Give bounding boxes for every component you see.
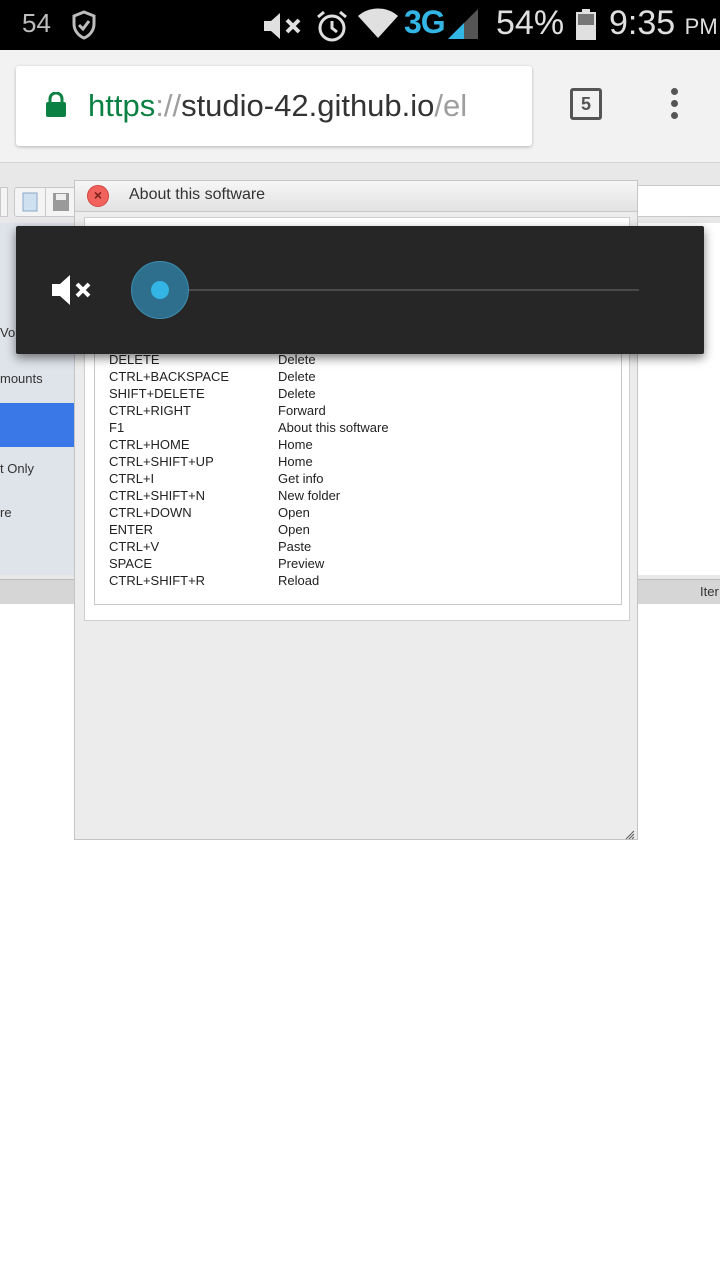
shortcut-key: CTRL+SHIFT+N: [109, 488, 206, 503]
shortcut-action: New folder: [278, 488, 341, 503]
volume-overlay: [16, 226, 704, 354]
slider-thumb-dot: [151, 281, 169, 299]
shortcut-row: CTRL+RIGHT Forward: [109, 403, 609, 420]
shortcut-key: CTRL+SHIFT+R: [109, 573, 206, 588]
battery-percent: 54%: [496, 4, 565, 42]
sidebar-item[interactable]: mounts: [0, 371, 75, 386]
mute-icon[interactable]: [50, 272, 94, 313]
clock-suffix: PM: [684, 14, 718, 39]
items-count-label: Iter: [700, 584, 719, 599]
shortcut-key: DELETE: [109, 352, 160, 367]
clock-time: 9:35: [609, 4, 676, 42]
sidebar-item[interactable]: t Only: [0, 461, 75, 476]
url-scheme: https: [88, 88, 156, 123]
shortcut-action: Delete: [278, 369, 316, 384]
volume-slider-thumb[interactable]: [131, 261, 189, 319]
shortcut-key: CTRL+V: [109, 539, 160, 554]
shortcut-row: F1 About this software: [109, 420, 609, 437]
shortcut-key: F1: [109, 420, 125, 435]
shortcut-action: Get info: [278, 471, 324, 486]
clock: 9:35 PM: [609, 4, 718, 43]
url-bar[interactable]: https://studio-42.github.io/el: [16, 66, 532, 146]
shortcut-key: CTRL+DOWN: [109, 505, 192, 520]
url-host: studio-42.github.io: [181, 88, 435, 123]
notification-count: 54: [22, 8, 51, 38]
shortcut-key: CTRL+BACKSPACE: [109, 369, 230, 384]
shortcut-key: SHIFT+DELETE: [109, 386, 205, 401]
shortcut-row: CTRL+SHIFT+N New folder: [109, 488, 609, 505]
shortcut-row: CTRL+SHIFT+UP Home: [109, 454, 609, 471]
shortcut-action: Delete: [278, 352, 316, 367]
search-input[interactable]: [636, 185, 720, 217]
mute-icon: [262, 10, 304, 47]
volume-slider-track[interactable]: [176, 289, 639, 291]
dialog-titlebar[interactable]: × About this software: [75, 181, 637, 212]
shortcut-row: CTRL+V Paste: [109, 539, 609, 556]
url-separator: ://: [155, 88, 182, 123]
shortcut-action: Preview: [278, 556, 325, 571]
shortcut-action: Home: [278, 454, 313, 469]
url-text: https://studio-42.github.io/el: [88, 88, 467, 124]
shortcut-action: Delete: [278, 386, 316, 401]
tab-switcher-button[interactable]: 5: [570, 88, 602, 120]
signal-icon: [446, 9, 480, 46]
toolbar-button-partial[interactable]: [0, 187, 8, 217]
url-path: /el: [434, 88, 468, 123]
dialog-title: About this software: [129, 186, 266, 203]
network-type: 3G: [404, 4, 446, 40]
shortcut-key: CTRL+HOME: [109, 437, 190, 452]
shortcut-key: CTRL+RIGHT: [109, 403, 191, 418]
open-icon[interactable]: [14, 187, 46, 217]
sidebar-item[interactable]: re: [0, 505, 75, 520]
shortcut-action: Open: [278, 505, 310, 520]
shortcut-row: SPACE Preview: [109, 556, 609, 573]
shortcut-key: ENTER: [109, 522, 154, 537]
shortcut-action: Open: [278, 522, 310, 537]
shortcut-key: CTRL+I: [109, 471, 155, 486]
shortcut-action: Home: [278, 437, 313, 452]
battery-icon: [575, 9, 597, 46]
shortcut-row: CTRL+SHIFT+R Reload: [109, 573, 609, 590]
shield-check-icon: [72, 10, 96, 45]
status-bar: 54 3G 54% 9:35 PM: [0, 0, 720, 50]
shortcut-action: Forward: [278, 403, 326, 418]
shortcut-row: CTRL+DOWN Open: [109, 505, 609, 522]
shortcut-row: DELETE Delete: [109, 352, 609, 369]
wifi-icon: [358, 8, 398, 45]
shortcut-row: CTRL+HOME Home: [109, 437, 609, 454]
browser-toolbar: https://studio-42.github.io/el 5: [0, 50, 720, 163]
lock-icon: [44, 91, 68, 123]
shortcut-key: SPACE: [109, 556, 153, 571]
shortcuts-list[interactable]: CTRL+EEdit fileDELETEDeleteCTRL+BACKSPAC…: [94, 331, 622, 605]
alarm-icon: [315, 9, 349, 48]
shortcut-row: SHIFT+DELETE Delete: [109, 386, 609, 403]
shortcut-action: About this software: [278, 420, 389, 435]
shortcut-action: Paste: [278, 539, 312, 554]
resize-handle-icon[interactable]: [625, 827, 635, 840]
shortcut-row: CTRL+BACKSPACE Delete: [109, 369, 609, 386]
shortcut-key: CTRL+SHIFT+UP: [109, 454, 214, 469]
save-icon[interactable]: [45, 187, 77, 217]
overflow-menu-icon[interactable]: [664, 88, 684, 124]
sidebar-item-selected[interactable]: [0, 403, 75, 447]
shortcut-action: Reload: [278, 573, 320, 588]
close-icon[interactable]: ×: [87, 185, 109, 207]
shortcut-row: CTRL+I Get info: [109, 471, 609, 488]
shortcut-row: ENTER Open: [109, 522, 609, 539]
